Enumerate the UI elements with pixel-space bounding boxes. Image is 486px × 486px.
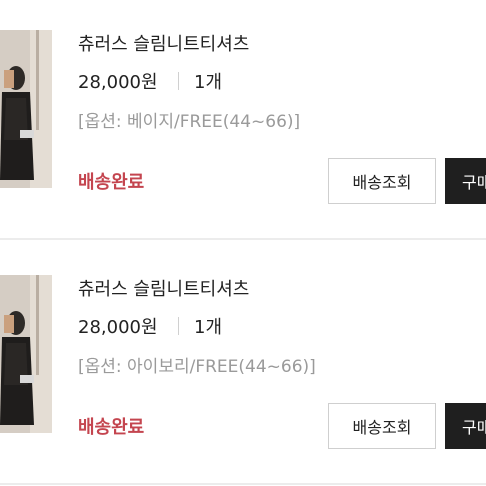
product-option: [옵션: 아이보리/FREE(44~66)] (78, 357, 316, 377)
track-delivery-button[interactable]: 배송조회 (328, 158, 436, 204)
track-delivery-button[interactable]: 배송조회 (328, 403, 436, 449)
product-price: 28,000원 (78, 317, 158, 338)
buy-confirm-button[interactable]: 구매 (445, 403, 486, 449)
order-item[interactable]: 츄러스 슬림니트티셔츠 28,000원 1개 [옵션: 아이보리/FREE(44… (0, 245, 486, 460)
product-name[interactable]: 츄러스 슬림니트티셔츠 (78, 275, 249, 301)
product-price: 28,000원 (78, 72, 158, 93)
product-name[interactable]: 츄러스 슬림니트티셔츠 (78, 30, 249, 56)
order-item[interactable]: 츄러스 슬림니트티셔츠 28,000원 1개 [옵션: 베이지/FREE(44~… (0, 0, 486, 215)
product-photo-icon (0, 30, 52, 188)
order-divider (0, 483, 486, 485)
order-divider (0, 238, 486, 240)
product-option: [옵션: 베이지/FREE(44~66)] (78, 112, 301, 132)
product-quantity: 1개 (194, 317, 223, 338)
delivery-status-badge: 배송완료 (78, 417, 145, 438)
product-thumbnail[interactable] (0, 30, 52, 188)
product-quantity: 1개 (194, 72, 223, 93)
price-quantity-separator (178, 317, 179, 335)
price-quantity-separator (178, 72, 179, 90)
product-thumbnail[interactable] (0, 275, 52, 433)
product-photo-icon (0, 275, 52, 433)
buy-confirm-button[interactable]: 구매 (445, 158, 486, 204)
delivery-status-badge: 배송완료 (78, 172, 145, 193)
